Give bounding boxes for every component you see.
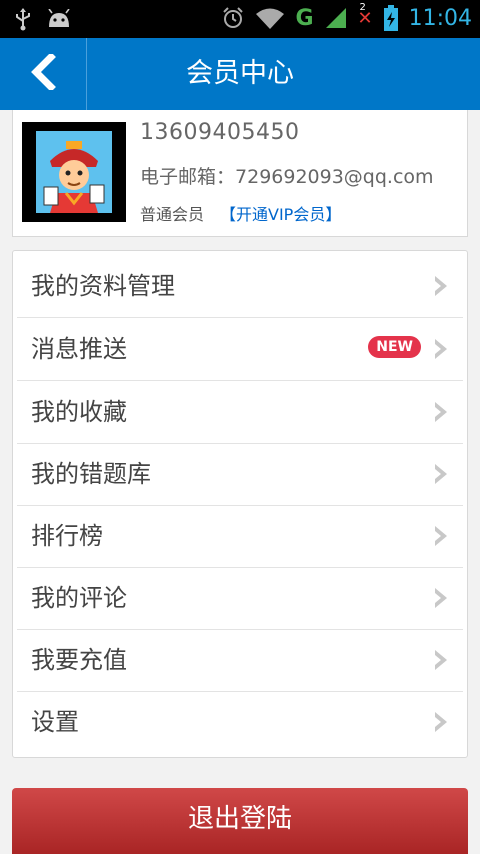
membership-row: 普通会员 【开通VIP会员】 <box>140 201 341 225</box>
menu-list: 我的资料管理 消息推送 NEW 我的收藏 我的错题库 排行榜 我的评论 我要充值… <box>12 250 468 758</box>
new-badge: NEW <box>368 336 421 358</box>
menu-item-label: 消息推送 <box>31 335 127 363</box>
wifi-icon <box>255 7 285 29</box>
sim-badge: 2 <box>359 1 366 13</box>
profile-card: 13609405450 电子邮箱：729692093@qq.com 普通会员 【… <box>12 110 468 237</box>
sim-status: 2 ✕ <box>358 2 373 29</box>
chevron-right-icon <box>429 524 453 548</box>
phone-number: 13609405450 <box>140 120 300 145</box>
back-arrow-icon <box>27 52 59 94</box>
chevron-right-icon <box>429 462 453 486</box>
clock: 11:04 <box>408 5 472 31</box>
menu-item-favorites[interactable]: 我的收藏 <box>17 381 463 444</box>
logout-button[interactable]: 退出登陆 <box>12 788 468 854</box>
menu-item-label: 我的评论 <box>31 584 127 612</box>
network-type: G <box>295 5 314 31</box>
header-divider <box>86 38 87 110</box>
email-label: 电子邮箱： <box>140 166 236 188</box>
menu-item-profile-management[interactable]: 我的资料管理 <box>17 255 463 318</box>
status-bar: G 2 ✕ 11:04 <box>0 0 480 38</box>
open-vip-link[interactable]: 【开通VIP会员】 <box>220 201 341 225</box>
email-row: 电子邮箱：729692093@qq.com <box>140 162 434 189</box>
menu-item-label: 我的错题库 <box>31 460 151 488</box>
menu-item-label: 我要充值 <box>31 646 127 674</box>
menu-item-recharge[interactable]: 我要充值 <box>17 629 463 692</box>
app-header: 会员中心 <box>0 38 480 110</box>
avatar-image <box>36 131 112 213</box>
email-value: 729692093@qq.com <box>235 166 434 188</box>
signal-icon <box>324 6 348 30</box>
android-debug-icon <box>46 9 72 29</box>
chevron-right-icon <box>429 586 453 610</box>
battery-charging-icon <box>383 5 399 31</box>
menu-item-settings[interactable]: 设置 <box>17 691 463 753</box>
chevron-right-icon <box>429 710 453 734</box>
back-button[interactable] <box>0 38 86 110</box>
usb-icon <box>14 7 32 31</box>
menu-item-label: 设置 <box>31 708 79 736</box>
menu-item-push-messages[interactable]: 消息推送 NEW <box>17 318 463 381</box>
alarm-icon <box>221 6 245 30</box>
menu-item-label: 我的资料管理 <box>31 272 175 300</box>
chevron-right-icon <box>429 648 453 672</box>
chevron-right-icon <box>429 274 453 298</box>
menu-item-label: 我的收藏 <box>31 398 127 426</box>
menu-item-wrong-questions[interactable]: 我的错题库 <box>17 443 463 506</box>
avatar[interactable] <box>22 122 126 222</box>
chevron-right-icon <box>429 337 453 361</box>
menu-item-label: 排行榜 <box>31 522 103 550</box>
menu-item-my-comments[interactable]: 我的评论 <box>17 567 463 630</box>
chevron-right-icon <box>429 400 453 424</box>
menu-item-leaderboard[interactable]: 排行榜 <box>17 505 463 568</box>
member-level: 普通会员 <box>140 205 205 224</box>
